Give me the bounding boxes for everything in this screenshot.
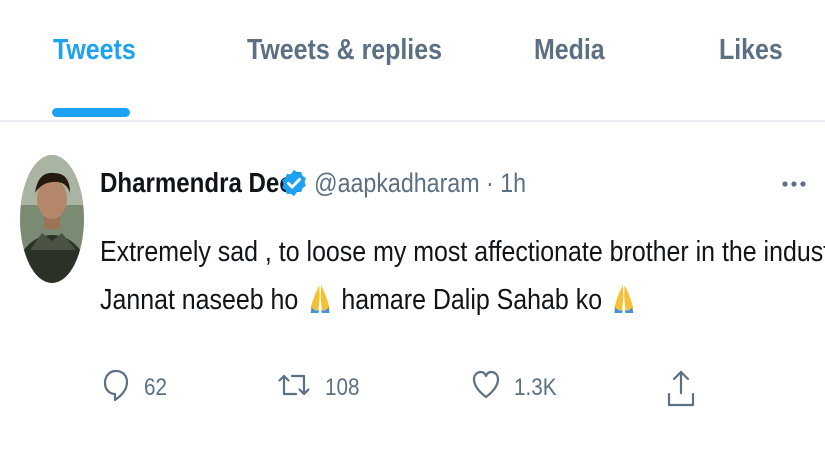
- tab-tweets-and-replies[interactable]: Tweets & replies: [247, 30, 442, 70]
- meta-separator: ·: [486, 168, 494, 198]
- avatar-image: [20, 155, 84, 283]
- tweet-meta: @aapkadharam · 1h: [314, 168, 526, 199]
- tab-likes[interactable]: Likes: [719, 30, 783, 70]
- retweet-button[interactable]: 108: [277, 368, 367, 408]
- author-name[interactable]: Dharmendra Deol: [100, 167, 301, 199]
- share-icon: [667, 370, 695, 407]
- tweet-text: Extremely sad , to loose my most affecti…: [100, 228, 825, 324]
- tab-media[interactable]: Media: [534, 30, 605, 70]
- author-handle[interactable]: @aapkadharam: [314, 168, 480, 198]
- share-button[interactable]: [666, 368, 698, 408]
- like-count: 1.3K: [514, 374, 557, 401]
- retweet-count: 108: [325, 374, 360, 401]
- tab-tweets[interactable]: Tweets: [53, 30, 136, 70]
- like-button[interactable]: 1.3K: [472, 368, 562, 408]
- tweet-time[interactable]: 1h: [500, 168, 526, 198]
- active-tab-indicator: [52, 108, 130, 117]
- reply-icon: [103, 369, 129, 402]
- tweet-text-line-1: Extremely sad , to loose my most affecti…: [100, 236, 825, 268]
- tweet-text-part-b: hamare Dalip Sahab ko: [341, 284, 603, 316]
- folded-hands-icon: [310, 285, 330, 313]
- heart-icon: [472, 370, 500, 399]
- folded-hands-icon: [614, 285, 634, 313]
- retweet-icon: [278, 374, 310, 396]
- tabs-divider: [0, 120, 825, 122]
- tweet-text-line-2: Jannat naseeb ho hamare Dalip Sahab ko: [100, 276, 754, 324]
- avatar[interactable]: [20, 155, 84, 283]
- reply-button[interactable]: 62: [103, 368, 173, 408]
- profile-tabs: Tweets Tweets & replies Media Likes: [0, 0, 825, 122]
- reply-count: 62: [144, 374, 167, 401]
- verified-badge-icon: [282, 169, 306, 197]
- more-horizontal-icon[interactable]: [774, 168, 814, 198]
- tweet-text-part-a: Jannat naseeb ho: [100, 284, 299, 316]
